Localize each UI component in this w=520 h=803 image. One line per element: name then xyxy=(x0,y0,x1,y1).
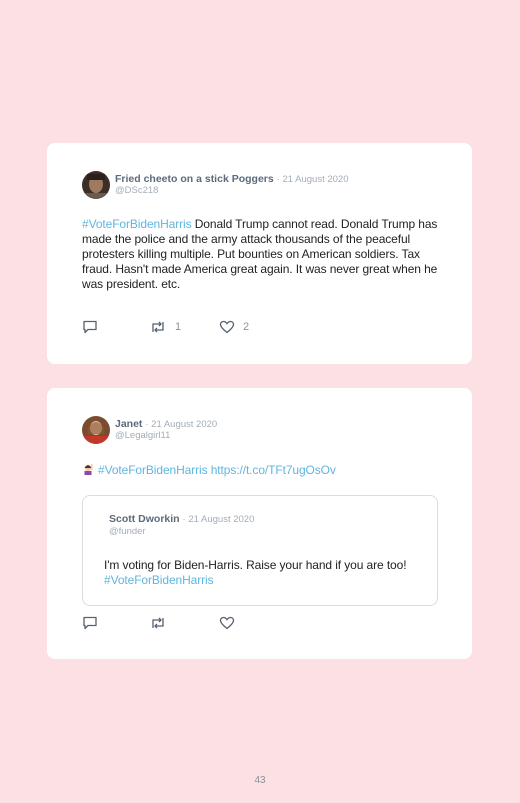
tweet-actions: 1 2 xyxy=(82,319,282,335)
quoted-hashtag-link[interactable]: #VoteForBidenHarris xyxy=(104,573,214,587)
retweet-icon xyxy=(152,617,164,629)
retweet-icon xyxy=(152,321,164,333)
tweet-actions xyxy=(82,615,282,631)
like-button[interactable] xyxy=(219,615,235,631)
raising-hand-emoji xyxy=(84,464,93,475)
like-count: 2 xyxy=(243,321,250,333)
quoted-text: I'm voting for Biden-Harris. Raise your … xyxy=(104,558,414,588)
retweet-count: 1 xyxy=(175,321,182,333)
retweet-button[interactable]: 1 xyxy=(149,319,181,335)
hashtag-link[interactable]: #VoteForBidenHarris xyxy=(82,217,192,231)
heart-icon xyxy=(219,320,235,334)
tweet-card: Fried cheeto on a stick Poggers · 21 Aug… xyxy=(47,143,472,364)
like-button[interactable]: 2 xyxy=(219,319,249,335)
quoted-header: Scott Dworkin · 21 August 2020 xyxy=(109,513,254,526)
author-handle: @DSc218 xyxy=(115,185,159,196)
tweet-text: #VoteForBidenHarris https://t.co/TFt7ugO… xyxy=(82,463,462,478)
author-name[interactable]: Janet xyxy=(115,418,142,430)
tweet-date: · 21 August 2020 xyxy=(145,419,218,430)
heart-icon xyxy=(219,616,235,630)
reply-icon xyxy=(83,320,97,334)
tweet-card: Janet · 21 August 2020 @Legalgirl11 #Vot… xyxy=(47,388,472,659)
avatar[interactable] xyxy=(82,416,110,444)
hashtag-link[interactable]: #VoteForBidenHarris xyxy=(98,463,208,477)
reply-button[interactable] xyxy=(82,615,98,631)
quoted-handle: @funder xyxy=(109,526,146,537)
avatar[interactable] xyxy=(82,171,110,199)
author-name[interactable]: Fried cheeto on a stick Poggers xyxy=(115,173,274,185)
tweet-date: · 21 August 2020 xyxy=(276,174,349,185)
quoted-tweet[interactable]: Scott Dworkin · 21 August 2020 @funder I… xyxy=(82,495,438,606)
reply-button[interactable] xyxy=(82,319,98,335)
author-handle: @Legalgirl11 xyxy=(115,430,171,441)
reply-icon xyxy=(83,616,97,630)
tweet-text: #VoteForBidenHarris Donald Trump cannot … xyxy=(82,217,442,292)
tweet-link[interactable]: https://t.co/TFt7ugOsOv xyxy=(211,463,336,477)
page-number: 43 xyxy=(254,775,266,786)
quoted-date: · 21 August 2020 xyxy=(182,514,255,525)
quoted-author-name[interactable]: Scott Dworkin xyxy=(109,513,180,525)
retweet-button[interactable] xyxy=(149,615,167,631)
quoted-body: I'm voting for Biden-Harris. Raise your … xyxy=(104,558,407,572)
